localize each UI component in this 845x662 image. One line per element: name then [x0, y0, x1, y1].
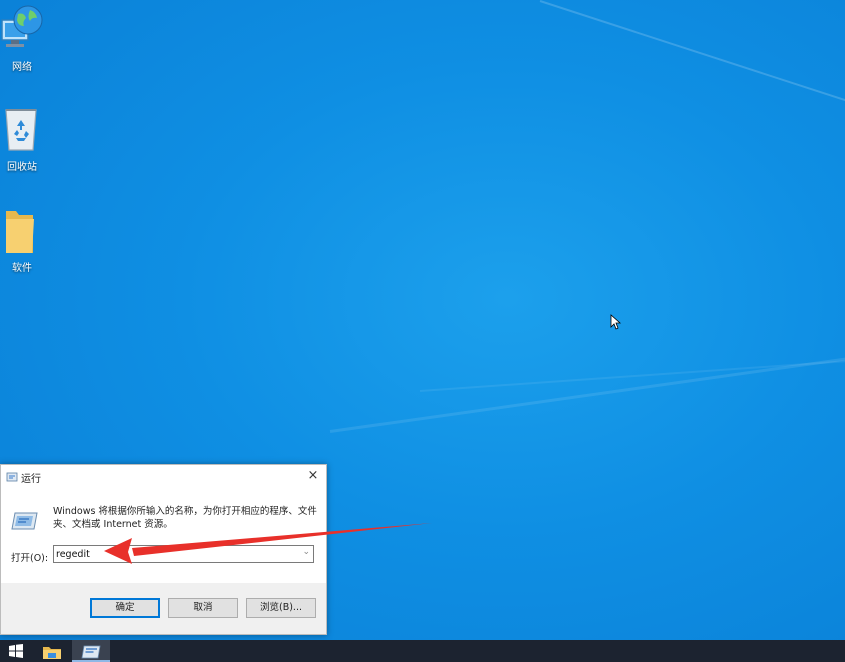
open-label: 打开(O):	[11, 553, 49, 564]
file-explorer-icon	[43, 647, 61, 659]
run-dialog-footer: 确定 取消 浏览(B)...	[1, 583, 326, 634]
run-taskbar-button[interactable]	[72, 640, 110, 662]
cancel-button[interactable]: 取消	[168, 598, 238, 618]
run-dialog: 运行 × Windows 将根据你所输入的名称，为你打开相应的程序、文件夹、文档…	[0, 464, 327, 635]
ok-button[interactable]: 确定	[90, 598, 160, 618]
start-icon	[9, 644, 23, 658]
run-dialog-titlebar[interactable]: 运行 ×	[1, 465, 326, 489]
taskbar	[0, 640, 845, 662]
browse-button[interactable]: 浏览(B)...	[246, 598, 316, 618]
desktop-icon-label: 网络	[12, 62, 32, 73]
close-button[interactable]: ×	[306, 468, 320, 483]
wallpaper-light-beam	[539, 0, 845, 114]
run-icon	[6, 472, 18, 482]
network-icon	[1, 5, 43, 47]
open-combobox[interactable]: ⌄	[53, 545, 314, 563]
desktop-icon-label: 软件	[12, 263, 32, 274]
run-dialog-description: Windows 将根据你所输入的名称，为你打开相应的程序、文件夹、文档或 Int…	[53, 506, 317, 530]
mouse-cursor-icon	[610, 314, 622, 330]
desktop-icon-recycle-bin[interactable]: 回收站	[0, 104, 44, 173]
folder-icon	[6, 211, 34, 253]
desktop-icon-network[interactable]: 网络	[0, 4, 44, 73]
run-icon	[81, 645, 101, 659]
desktop-icon-label: 回收站	[7, 162, 37, 173]
recycle-bin-icon	[5, 109, 37, 151]
run-program-icon	[11, 512, 38, 530]
desktop-icon-folder[interactable]: 软件	[0, 207, 44, 274]
run-dialog-title: 运行	[21, 474, 41, 485]
open-input[interactable]	[56, 547, 292, 561]
wallpaper-light-beam	[329, 352, 845, 433]
file-explorer-button[interactable]	[33, 640, 71, 662]
chevron-down-icon[interactable]: ⌄	[302, 547, 310, 557]
